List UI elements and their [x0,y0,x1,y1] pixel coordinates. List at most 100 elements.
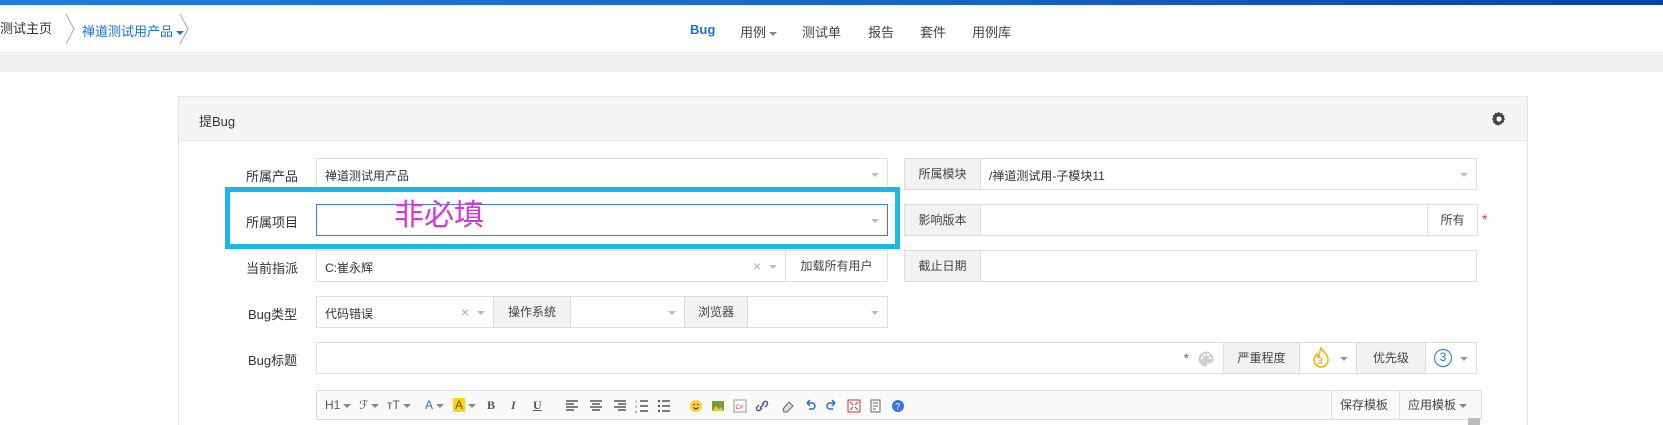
panel-title: 提Bug [199,114,236,129]
product-select[interactable]: 禅道测试用产品 [316,158,888,190]
font-size-label: тT [387,398,400,412]
module-select-value: /禅道测试用-子模块11 [989,169,1105,183]
chevron-down-icon [769,265,777,269]
nav-caselib[interactable]: 用例库 [972,22,1011,42]
gear-icon[interactable] [1491,111,1507,127]
chevron-down-icon [1459,403,1468,408]
nav-suite[interactable]: 套件 [920,22,946,42]
chevron-down-icon [871,311,879,315]
bold-button[interactable]: B [487,398,495,413]
bg-color-button[interactable]: A [453,398,477,412]
product-label: 所属产品 [246,169,299,184]
chevron-down-icon [1460,357,1468,361]
priority-value: 3 [1434,349,1452,367]
undo-icon[interactable] [803,399,817,413]
type-select-value: 代码错误 [325,307,374,321]
type-label: Bug类型 [248,307,298,322]
browser-label: 浏览器 [684,296,748,328]
editor-toolbar: H1 ℱ тT A A B I U 123 C# ? 保存模板 应用模板 [316,390,1482,420]
chevron-down-icon [477,311,485,315]
panel-header: 提Bug [179,97,1527,141]
os-select[interactable] [570,296,685,328]
chevron-down-icon [1460,173,1468,177]
unordered-list-icon[interactable] [657,399,671,413]
palette-icon[interactable] [1197,350,1215,368]
image-icon[interactable] [711,399,725,413]
font-color-button[interactable]: A [425,398,445,412]
nav-testcase[interactable]: 用例 [740,22,778,42]
clear-icon[interactable]: × [753,258,761,274]
nav-testcase-label: 用例 [740,25,767,40]
chevron-down-icon [769,31,778,36]
bg-color-label: A [453,398,466,412]
align-right-icon[interactable] [613,399,627,413]
priority-label: 优先级 [1356,342,1426,374]
save-template-button[interactable]: 保存模板 [1331,391,1396,419]
ordered-list-icon[interactable]: 123 [635,399,649,413]
svg-text:C#: C# [736,405,744,411]
app-header: 测试主页 禅道测试用产品 Bug 用例 测试单 报告 套件 用例库 [0,5,1663,53]
code-icon[interactable]: C# [733,399,747,413]
build-label: 影响版本 [904,204,981,236]
font-family-button[interactable]: ℱ [359,398,380,412]
load-all-users-button[interactable]: 加载所有用户 [785,250,888,282]
eraser-icon[interactable] [781,399,795,413]
nav-report[interactable]: 报告 [868,22,894,42]
chevron-down-icon [871,173,879,177]
svg-text:3: 3 [635,409,638,413]
browser-select[interactable] [747,296,888,328]
font-size-button[interactable]: тT [387,398,411,412]
required-mark: * [1482,211,1488,227]
italic-button[interactable]: I [511,398,516,413]
link-icon[interactable] [755,399,769,413]
help-icon[interactable]: ? [891,399,905,413]
underline-button[interactable]: U [533,398,542,413]
breadcrumb-home[interactable]: 测试主页 [0,17,52,41]
module-select[interactable]: /禅道测试用-子模块11 [980,158,1477,190]
assign-select-value: C:崔永辉 [325,261,374,275]
chevron-down-icon [468,403,477,408]
type-select[interactable]: 代码错误 × [316,296,494,328]
chevron-down-icon [436,403,445,408]
editor-scrollbar[interactable] [1468,418,1480,425]
svg-text:?: ? [895,402,900,412]
fullscreen-icon[interactable] [847,399,861,413]
emoticon-icon[interactable] [689,399,703,413]
apply-template-button[interactable]: 应用模板 [1399,391,1475,419]
chevron-down-icon [1340,357,1348,361]
severity-select[interactable]: 3 [1299,342,1357,374]
priority-select[interactable]: 3 [1425,342,1477,374]
nav-bug[interactable]: Bug [690,22,715,42]
annotation-highlight-box [225,187,900,249]
required-mark: * [1183,350,1189,366]
align-left-icon[interactable] [565,399,579,413]
assign-select[interactable]: C:崔永辉 × [316,250,786,282]
annotation-text: 非必填 [394,198,484,233]
chevron-down-icon [402,403,411,408]
font-family-label: ℱ [359,398,369,412]
bug-title-label: Bug标题 [248,353,298,368]
font-color-label: A [425,398,434,412]
align-center-icon[interactable] [589,399,603,413]
subheader-band [0,54,1663,72]
chevron-down-icon [371,403,380,408]
heading-button[interactable]: H1 [325,398,352,412]
build-all-button[interactable]: 所有 [1427,204,1478,236]
deadline-label: 截止日期 [904,250,981,282]
preview-icon[interactable] [869,399,883,413]
nav-testtask[interactable]: 测试单 [802,22,841,42]
redo-icon[interactable] [825,399,839,413]
chevron-down-icon [668,311,676,315]
clear-icon[interactable]: × [461,304,469,320]
chevron-down-icon [176,30,185,35]
assign-label: 当前指派 [246,261,299,276]
heading-button-label: H1 [325,398,341,412]
breadcrumb-product[interactable]: 禅道测试用产品 [66,14,190,44]
deadline-input[interactable] [980,250,1477,282]
apply-template-label: 应用模板 [1408,398,1457,412]
severity-label: 严重程度 [1223,342,1300,374]
severity-value: 3 [1317,356,1323,367]
bug-title-input[interactable]: * [316,342,1224,374]
build-select[interactable] [980,204,1428,236]
module-label: 所属模块 [904,158,981,190]
